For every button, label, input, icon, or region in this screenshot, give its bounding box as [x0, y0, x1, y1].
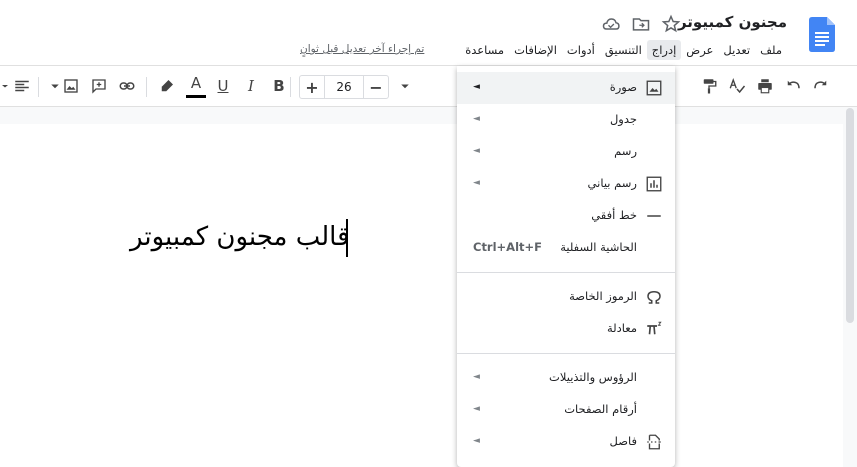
- increase-font-size-button[interactable]: +: [300, 76, 324, 98]
- menu-divider: [457, 272, 675, 273]
- insert-link-icon[interactable]: [117, 76, 137, 96]
- submenu-arrow-icon: ◄: [473, 178, 480, 188]
- menu-item-label: الرموز الخاصة: [569, 289, 637, 303]
- underline-button[interactable]: U: [213, 76, 233, 96]
- text-color-button[interactable]: A: [186, 73, 206, 93]
- redo-icon[interactable]: [811, 76, 831, 96]
- submenu-arrow-icon: ◄: [473, 146, 480, 156]
- menu-tools[interactable]: أدوات: [562, 40, 600, 60]
- insert-menu-break[interactable]: فاصل ◄: [457, 426, 675, 458]
- insert-menu-dropdown: صورة ◄ جدول ◄ رسم ◄ رسم بياني ◄ خط أفقي …: [457, 66, 675, 467]
- font-size-dropdown-arrow-icon[interactable]: [395, 76, 415, 96]
- menu-item-label: جدول: [609, 112, 637, 126]
- chart-icon: [645, 175, 663, 193]
- menu-item-label: خط أفقي: [591, 208, 637, 222]
- insert-menu-page-numbers[interactable]: أرقام الصفحات ◄: [457, 394, 675, 426]
- title-bar: مجنون كمبيوتر ملف تعديل عرض إدراج التنسي…: [0, 0, 857, 64]
- menu-item-label: أرقام الصفحات: [564, 402, 637, 416]
- insert-menu-table[interactable]: جدول ◄: [457, 104, 675, 136]
- submenu-arrow-icon: ◄: [473, 436, 480, 446]
- text-cursor: [346, 219, 348, 257]
- menu-item-label: رسم بياني: [587, 176, 637, 190]
- submenu-arrow-icon: ◄: [473, 404, 480, 414]
- insert-menu-image[interactable]: صورة ◄: [457, 72, 675, 104]
- insert-menu-special-characters[interactable]: الرموز الخاصة: [457, 281, 675, 313]
- align-icon[interactable]: [12, 76, 32, 96]
- text-color-swatch: [186, 95, 206, 98]
- menu-view[interactable]: عرض: [681, 40, 718, 60]
- decrease-font-size-button[interactable]: −: [364, 76, 388, 98]
- page-break-icon: [645, 433, 663, 451]
- insert-menu-equation[interactable]: معادلة: [457, 313, 675, 345]
- toolbar-divider: [290, 77, 291, 97]
- document-page[interactable]: [0, 124, 843, 467]
- insert-menu-footnote[interactable]: الحاشية السفلية Ctrl+Alt+F: [457, 232, 675, 264]
- document-body-text[interactable]: قالب مجنون كمبيوتر: [130, 222, 350, 252]
- toolbar-divider: [146, 77, 147, 97]
- submenu-arrow-icon: ◄: [473, 372, 480, 382]
- font-size-control: + 26 −: [299, 75, 389, 99]
- print-icon[interactable]: [755, 76, 775, 96]
- docs-logo-icon[interactable]: [809, 17, 835, 52]
- vertical-scrollbar[interactable]: [846, 108, 854, 323]
- document-title[interactable]: مجنون كمبيوتر: [678, 13, 787, 31]
- insert-menu-headers-footers[interactable]: الرؤوس والتذييلات ◄: [457, 362, 675, 394]
- submenu-arrow-icon: ◄: [473, 82, 480, 92]
- menu-file[interactable]: ملف: [755, 40, 787, 60]
- menu-item-label: الرؤوس والتذييلات: [549, 370, 637, 384]
- image-dropdown-arrow-icon[interactable]: [45, 76, 65, 96]
- menu-item-label: رسم: [614, 144, 637, 158]
- undo-icon[interactable]: [783, 76, 803, 96]
- menu-divider: [457, 353, 675, 354]
- menu-item-label: فاصل: [609, 434, 637, 448]
- menu-bar: ملف تعديل عرض إدراج التنسيق أدوات الإضاف…: [460, 40, 787, 60]
- font-size-input[interactable]: 26: [324, 76, 364, 98]
- insert-comment-icon[interactable]: [89, 76, 109, 96]
- insert-menu-chart[interactable]: رسم بياني ◄: [457, 168, 675, 200]
- menu-item-label: صورة: [609, 80, 637, 94]
- italic-button[interactable]: I: [241, 76, 261, 96]
- menu-addons[interactable]: الإضافات: [509, 40, 562, 60]
- omega-icon: [645, 288, 663, 306]
- highlight-color-icon[interactable]: [157, 76, 177, 96]
- image-icon: [645, 79, 663, 97]
- menu-edit[interactable]: تعديل: [718, 40, 755, 60]
- submenu-arrow-icon: ◄: [473, 114, 480, 124]
- menu-format[interactable]: التنسيق: [600, 40, 647, 60]
- toolbar-divider: [38, 77, 39, 97]
- bold-button[interactable]: B: [269, 76, 289, 96]
- spellcheck-icon[interactable]: [727, 76, 747, 96]
- last-edit-link[interactable]: تم إجراء آخر تعديل قبل ثوانٍ: [300, 43, 424, 55]
- paint-format-icon[interactable]: [699, 76, 719, 96]
- menu-help[interactable]: مساعدة: [460, 40, 509, 60]
- insert-menu-drawing[interactable]: رسم ◄: [457, 136, 675, 168]
- footnote-shortcut: Ctrl+Alt+F: [473, 240, 543, 254]
- horizontal-line-icon: [645, 207, 663, 225]
- cloud-status-icon[interactable]: [601, 14, 621, 34]
- menu-item-label: الحاشية السفلية: [560, 240, 637, 254]
- star-icon[interactable]: [661, 14, 681, 34]
- toolbar: + 26 − B I U A: [0, 65, 857, 107]
- move-folder-icon[interactable]: [631, 14, 651, 34]
- pi-icon: [645, 320, 663, 338]
- align-dropdown-arrow-icon[interactable]: [0, 76, 12, 96]
- menu-insert[interactable]: إدراج: [646, 40, 682, 60]
- insert-menu-horizontal-line[interactable]: خط أفقي: [457, 200, 675, 232]
- menu-item-label: معادلة: [606, 321, 637, 335]
